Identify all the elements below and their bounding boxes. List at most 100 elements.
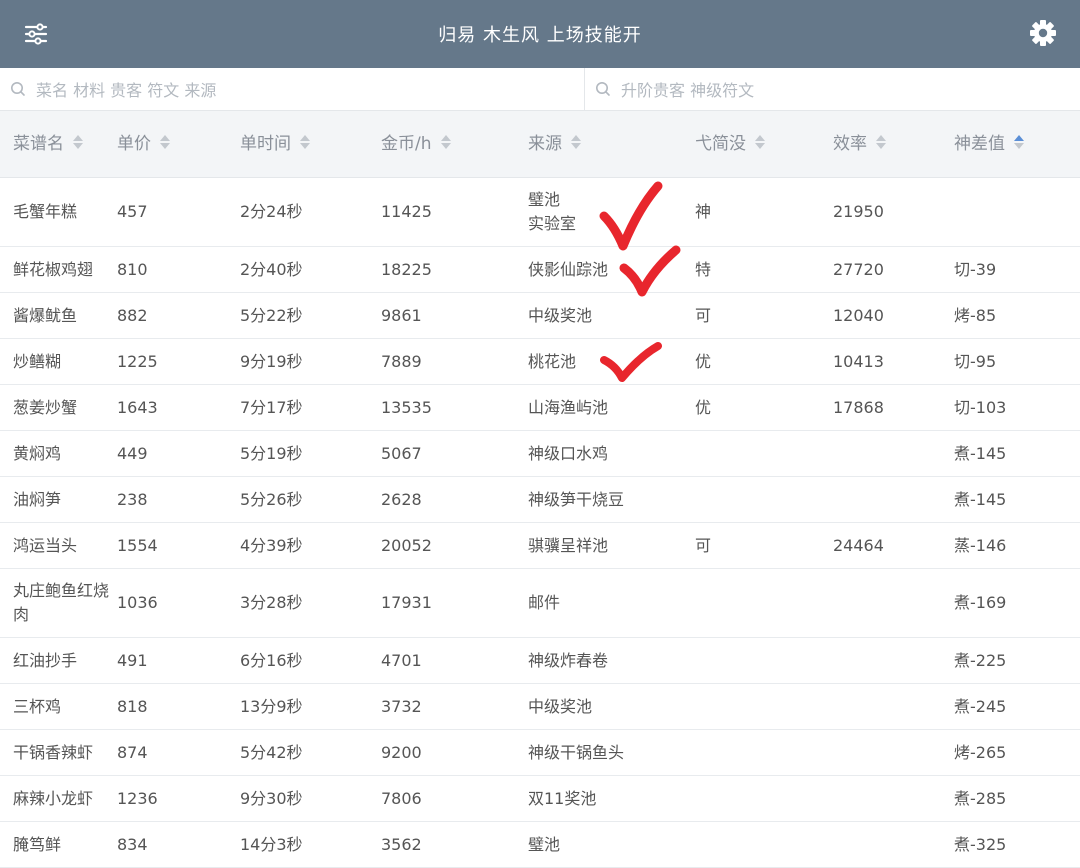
cell-unit-time: 7分17秒 bbox=[240, 397, 303, 417]
cell-efficiency: 12040 bbox=[833, 305, 884, 325]
table-row[interactable]: 麻辣小龙虾 1236 9分30秒 7806 双11奖池 煮-285 bbox=[0, 776, 1080, 822]
table-row[interactable]: 黄焖鸡 449 5分19秒 5067 神级口水鸡 煮-145 bbox=[0, 431, 1080, 477]
cell-god-diff: 蒸-146 bbox=[954, 535, 1007, 555]
cell-rank bbox=[695, 638, 815, 683]
table-header: 菜谱名 单价 单时间 金币/h 来源 弋简没 效率 神差值 bbox=[0, 111, 1080, 178]
cell-recipe-name: 丸庄鲍鱼红烧肉 bbox=[13, 581, 110, 624]
column-header-gold-per-hour[interactable]: 金币/h bbox=[381, 111, 452, 177]
cell-unit-price: 1036 bbox=[117, 593, 158, 612]
cell-efficiency bbox=[833, 684, 943, 729]
cell-gold-per-hour: 5067 bbox=[381, 443, 422, 463]
cell-rank: 可 bbox=[695, 305, 712, 325]
cell-recipe-name: 鲜花椒鸡翅 bbox=[13, 259, 94, 279]
cell-god-diff: 煮-245 bbox=[954, 696, 1007, 716]
cell-god-diff: 烤-85 bbox=[954, 305, 997, 325]
settings-button[interactable] bbox=[1028, 18, 1058, 48]
cell-unit-price: 238 bbox=[117, 489, 148, 509]
column-header-label: 金币/h bbox=[381, 134, 432, 154]
cell-god-diff: 煮-169 bbox=[954, 593, 1007, 612]
cell-unit-time: 5分22秒 bbox=[240, 305, 303, 325]
cell-unit-price: 1236 bbox=[117, 788, 158, 808]
cell-recipe-name: 红油抄手 bbox=[13, 650, 78, 670]
column-header-recipe-name[interactable]: 菜谱名 bbox=[13, 111, 84, 177]
cell-god-diff: 切-39 bbox=[954, 259, 997, 279]
cell-gold-per-hour: 4701 bbox=[381, 650, 422, 670]
cell-rank bbox=[695, 431, 815, 476]
table-row[interactable]: 葱姜炒蟹 1643 7分17秒 13535 山海渔屿池 优 17868 切-103 bbox=[0, 385, 1080, 431]
cell-source: 神级干锅鱼头 bbox=[528, 742, 625, 762]
cell-unit-time: 9分30秒 bbox=[240, 788, 303, 808]
column-header-source[interactable]: 来源 bbox=[528, 111, 582, 177]
cell-source: 神级炸春卷 bbox=[528, 650, 609, 670]
cell-god-diff: 煮-285 bbox=[954, 788, 1007, 808]
search-bar bbox=[0, 68, 1080, 111]
cell-efficiency: 17868 bbox=[833, 397, 884, 417]
cell-gold-per-hour: 20052 bbox=[381, 535, 432, 555]
dish-search-input[interactable] bbox=[34, 74, 578, 106]
table-row[interactable]: 干锅香辣虾 874 5分42秒 9200 神级干锅鱼头 烤-265 bbox=[0, 730, 1080, 776]
cell-gold-per-hour: 2628 bbox=[381, 489, 422, 509]
column-header-efficiency[interactable]: 效率 bbox=[833, 111, 887, 177]
cell-recipe-name: 葱姜炒蟹 bbox=[13, 397, 78, 417]
cell-recipe-name: 酱爆鱿鱼 bbox=[13, 305, 78, 325]
cell-unit-price: 874 bbox=[117, 742, 148, 762]
cell-gold-per-hour: 11425 bbox=[381, 202, 432, 221]
table-row[interactable]: 红油抄手 491 6分16秒 4701 神级炸春卷 煮-225 bbox=[0, 638, 1080, 684]
guest-search-input[interactable] bbox=[619, 74, 1074, 106]
table-row[interactable]: 毛蟹年糕 457 2分24秒 11425 璧池 实验室 神 21950 bbox=[0, 178, 1080, 247]
cell-efficiency bbox=[833, 822, 943, 867]
cell-recipe-name: 三杯鸡 bbox=[13, 696, 62, 716]
cell-source: 中级奖池 bbox=[528, 305, 593, 325]
cell-efficiency bbox=[833, 776, 943, 821]
cell-unit-price: 882 bbox=[117, 305, 148, 325]
cell-source: 神级笋干烧豆 bbox=[528, 489, 625, 509]
table-row[interactable]: 鲜花椒鸡翅 810 2分40秒 18225 侠影仙踪池 特 27720 切-39 bbox=[0, 247, 1080, 293]
cell-efficiency bbox=[833, 730, 943, 775]
cell-unit-price: 834 bbox=[117, 834, 148, 854]
cell-recipe-name: 毛蟹年糕 bbox=[13, 202, 78, 221]
table-row[interactable]: 丸庄鲍鱼红烧肉 1036 3分28秒 17931 邮件 煮-169 bbox=[0, 569, 1080, 638]
column-header-unit-price[interactable]: 单价 bbox=[117, 111, 171, 177]
guest-search bbox=[585, 68, 1080, 110]
dish-search bbox=[0, 68, 585, 110]
cell-unit-time: 9分19秒 bbox=[240, 351, 303, 371]
table-row[interactable]: 腌笃鲜 834 14分3秒 3562 璧池 煮-325 bbox=[0, 822, 1080, 868]
cell-unit-time: 4分39秒 bbox=[240, 535, 303, 555]
cell-god-diff: 烤-265 bbox=[954, 742, 1007, 762]
cell-rank bbox=[695, 684, 815, 729]
search-icon bbox=[596, 82, 610, 96]
column-header-rank[interactable]: 弋简没 bbox=[695, 111, 766, 177]
cell-source: 璧池 实验室 bbox=[528, 190, 577, 233]
column-header-label: 效率 bbox=[833, 134, 867, 154]
sort-arrows-icon bbox=[440, 135, 451, 149]
table-row[interactable]: 酱爆鱿鱼 882 5分22秒 9861 中级奖池 可 12040 烤-85 bbox=[0, 293, 1080, 339]
table-row[interactable]: 炒鳝糊 1225 9分19秒 7889 桃花池 优 10413 切-95 bbox=[0, 339, 1080, 385]
sort-arrows-icon bbox=[160, 135, 170, 149]
cell-efficiency: 24464 bbox=[833, 535, 884, 555]
cell-gold-per-hour: 7806 bbox=[381, 788, 422, 808]
cell-recipe-name: 腌笃鲜 bbox=[13, 834, 62, 854]
cell-god-diff: 煮-325 bbox=[954, 834, 1007, 854]
column-header-god-diff[interactable]: 神差值 bbox=[954, 111, 1025, 177]
cell-rank bbox=[695, 822, 815, 867]
column-header-label: 单价 bbox=[117, 134, 151, 154]
cell-unit-time: 6分16秒 bbox=[240, 650, 303, 670]
cell-rank: 可 bbox=[695, 535, 712, 555]
column-header-label: 弋简没 bbox=[695, 134, 746, 154]
cell-gold-per-hour: 3562 bbox=[381, 834, 422, 854]
cell-source: 中级奖池 bbox=[528, 696, 593, 716]
column-header-unit-time[interactable]: 单时间 bbox=[240, 111, 311, 177]
cell-gold-per-hour: 9861 bbox=[381, 305, 422, 325]
table-row[interactable]: 油焖笋 238 5分26秒 2628 神级笋干烧豆 煮-145 bbox=[0, 477, 1080, 523]
cell-unit-time: 5分26秒 bbox=[240, 489, 303, 509]
sort-arrows-icon bbox=[571, 135, 581, 149]
cell-efficiency: 21950 bbox=[833, 202, 884, 221]
cell-recipe-name: 鸿运当头 bbox=[13, 535, 78, 555]
cell-efficiency bbox=[833, 477, 943, 522]
table-row[interactable]: 三杯鸡 818 13分9秒 3732 中级奖池 煮-245 bbox=[0, 684, 1080, 730]
cell-rank: 特 bbox=[695, 259, 712, 279]
table-row[interactable]: 鸿运当头 1554 4分39秒 20052 骐骥呈祥池 可 24464 蒸-146 bbox=[0, 523, 1080, 569]
cell-god-diff: 切-95 bbox=[954, 351, 997, 371]
cell-unit-price: 810 bbox=[117, 259, 148, 279]
cell-rank: 神 bbox=[695, 202, 712, 221]
